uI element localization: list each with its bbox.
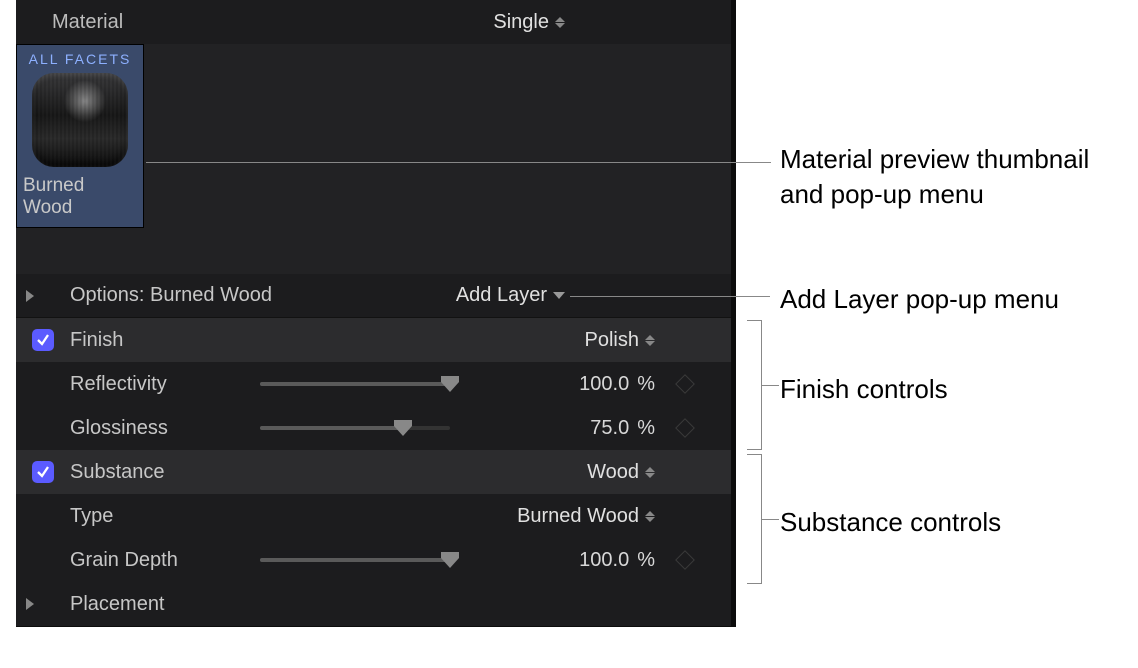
finish-header-row: Finish Polish: [16, 318, 731, 362]
callout-line: [146, 162, 771, 163]
material-mode-popup[interactable]: Single: [493, 11, 565, 34]
popup-icon: [555, 17, 565, 28]
facet-tile-header: ALL FACETS: [17, 45, 143, 71]
substance-title: Substance: [70, 461, 260, 484]
grain-depth-value: 100.0: [579, 549, 629, 572]
glossiness-row: Glossiness 75.0 %: [16, 406, 731, 450]
material-mode-value: Single: [493, 11, 549, 34]
callout-substance: Substance controls: [780, 505, 1001, 540]
callout-add-layer: Add Layer pop-up menu: [780, 282, 1059, 317]
keyframe-icon[interactable]: [675, 374, 695, 394]
callout-finish: Finish controls: [780, 372, 948, 407]
disclosure-icon[interactable]: [26, 290, 34, 302]
reflectivity-value: 100.0: [579, 373, 629, 396]
material-title: Material: [52, 11, 402, 34]
finish-preset-popup[interactable]: Polish: [585, 329, 655, 352]
callout-line: [570, 296, 770, 297]
chevron-down-icon: [553, 292, 565, 299]
type-value: Burned Wood: [517, 505, 639, 528]
grain-depth-label: Grain Depth: [70, 549, 260, 572]
type-row: Type Burned Wood: [16, 494, 731, 538]
finish-preset-value: Polish: [585, 329, 639, 352]
facet-caption: Burned Wood: [17, 173, 143, 227]
grain-depth-unit: %: [637, 549, 655, 572]
glossiness-value: 75.0: [590, 417, 629, 440]
bracket-icon: [748, 320, 762, 450]
grain-depth-slider[interactable]: [260, 550, 450, 570]
placement-row: Placement: [16, 582, 731, 626]
material-header: Material Single: [16, 0, 731, 44]
bracket-icon: [748, 454, 762, 584]
facets-area: ALL FACETS Burned Wood: [16, 44, 731, 274]
substance-preset-value: Wood: [587, 461, 639, 484]
callout-preview: Material preview thumbnail and pop-up me…: [780, 142, 1130, 212]
add-layer-label: Add Layer: [456, 284, 547, 307]
keyframe-icon[interactable]: [675, 418, 695, 438]
popup-icon: [645, 511, 655, 522]
substance-header-row: Substance Wood: [16, 450, 731, 494]
glossiness-slider[interactable]: [260, 418, 450, 438]
glossiness-unit: %: [637, 417, 655, 440]
type-label: Type: [70, 505, 260, 528]
disclosure-icon[interactable]: [26, 598, 34, 610]
options-label: Options: Burned Wood: [70, 284, 456, 307]
popup-icon: [645, 335, 655, 346]
reflectivity-row: Reflectivity 100.0 %: [16, 362, 731, 406]
reflectivity-slider[interactable]: [260, 374, 450, 394]
material-preview-thumbnail[interactable]: [32, 73, 128, 167]
material-panel: Material Single ALL FACETS Burned Wood O…: [16, 0, 736, 627]
placement-title: Placement: [70, 593, 260, 616]
reflectivity-label: Reflectivity: [70, 373, 260, 396]
keyframe-icon[interactable]: [675, 550, 695, 570]
facet-tile[interactable]: ALL FACETS Burned Wood: [16, 44, 144, 228]
reflectivity-unit: %: [637, 373, 655, 396]
substance-preset-popup[interactable]: Wood: [587, 461, 655, 484]
add-layer-popup[interactable]: Add Layer: [456, 284, 565, 307]
finish-title: Finish: [70, 329, 260, 352]
finish-checkbox[interactable]: [32, 329, 54, 351]
type-popup[interactable]: Burned Wood: [517, 505, 655, 528]
grain-depth-row: Grain Depth 100.0 %: [16, 538, 731, 582]
substance-checkbox[interactable]: [32, 461, 54, 483]
popup-icon: [645, 467, 655, 478]
glossiness-label: Glossiness: [70, 417, 260, 440]
